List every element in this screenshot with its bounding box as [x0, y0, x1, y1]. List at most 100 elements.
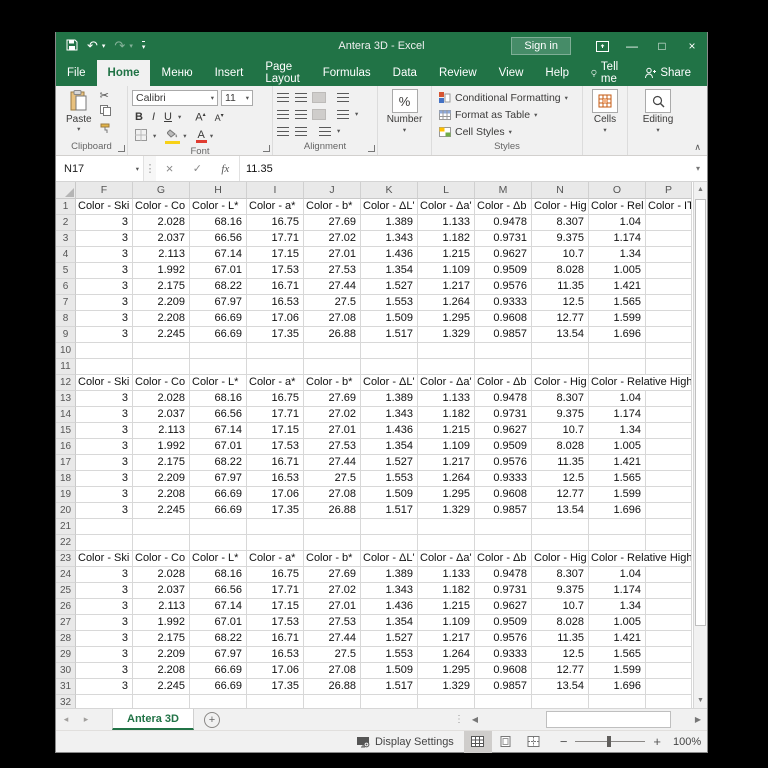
cell[interactable]: 68.16 — [190, 567, 247, 583]
cell[interactable]: Color - a* — [247, 199, 304, 215]
cell[interactable]: 1.565 — [589, 471, 646, 487]
copy-icon[interactable] — [100, 105, 111, 119]
cells-button[interactable] — [592, 89, 618, 113]
cell[interactable]: 67.14 — [190, 423, 247, 439]
cell[interactable]: 10.7 — [532, 423, 589, 439]
zoom-out-icon[interactable]: − — [560, 734, 568, 749]
cell[interactable]: 67.14 — [190, 247, 247, 263]
cell[interactable] — [646, 279, 692, 295]
cell[interactable] — [133, 695, 190, 708]
tab-data[interactable]: Data — [382, 60, 428, 86]
row-header[interactable]: 28 — [56, 631, 76, 647]
cell[interactable] — [304, 359, 361, 375]
cell[interactable] — [646, 231, 692, 247]
cell[interactable] — [190, 519, 247, 535]
cell[interactable]: Color - ITA — [646, 199, 692, 215]
cell[interactable]: 2.245 — [133, 503, 190, 519]
cell[interactable]: Color - Rel — [589, 199, 646, 215]
row-header[interactable]: 13 — [56, 391, 76, 407]
cell[interactable]: 3 — [76, 583, 133, 599]
underline-button[interactable]: U — [161, 111, 175, 123]
cell-styles-button[interactable]: Cell Styles▾ — [439, 123, 578, 140]
column-header[interactable]: K — [361, 182, 418, 199]
cell[interactable]: 1.005 — [589, 439, 646, 455]
cell[interactable]: Color - Ski — [76, 551, 133, 567]
row-header[interactable]: 23 — [56, 551, 76, 567]
column-header[interactable]: I — [247, 182, 304, 199]
cut-icon[interactable]: ✂ — [100, 91, 111, 102]
cell[interactable]: 17.53 — [247, 263, 304, 279]
cell[interactable]: 3 — [76, 599, 133, 615]
cell[interactable] — [418, 535, 475, 551]
cell[interactable]: 1.509 — [361, 487, 418, 503]
cell[interactable]: 68.16 — [190, 215, 247, 231]
cell[interactable]: 1.133 — [418, 391, 475, 407]
cell[interactable]: 1.599 — [589, 487, 646, 503]
cell[interactable]: 66.69 — [190, 679, 247, 695]
cell[interactable]: 27.5 — [304, 471, 361, 487]
new-sheet-button[interactable]: + — [204, 712, 220, 728]
row-header[interactable]: 2 — [56, 215, 76, 231]
cancel-entry-icon[interactable]: × — [166, 161, 174, 176]
cell[interactable] — [418, 359, 475, 375]
column-header[interactable]: G — [133, 182, 190, 199]
cell[interactable]: 3 — [76, 647, 133, 663]
cell[interactable]: 0.9509 — [475, 263, 532, 279]
font-dialog-launcher-icon[interactable] — [263, 145, 270, 152]
name-box-splitter[interactable]: ⋮ — [144, 156, 156, 181]
row-header[interactable]: 20 — [56, 503, 76, 519]
row-header[interactable]: 32 — [56, 695, 76, 708]
align-center-icon[interactable] — [295, 110, 307, 119]
italic-button[interactable]: I — [149, 111, 158, 123]
editing-button[interactable] — [645, 89, 671, 113]
cell[interactable] — [247, 519, 304, 535]
enter-entry-icon[interactable]: ✓ — [193, 162, 202, 175]
cell[interactable]: 1.295 — [418, 663, 475, 679]
cell[interactable] — [646, 535, 692, 551]
cell[interactable]: 16.75 — [247, 215, 304, 231]
cell[interactable]: 0.9731 — [475, 583, 532, 599]
cell[interactable]: Color - Co — [133, 199, 190, 215]
cell[interactable]: 1.389 — [361, 391, 418, 407]
cell[interactable] — [361, 519, 418, 535]
cell[interactable]: 27.5 — [304, 295, 361, 311]
cell[interactable]: 1.329 — [418, 503, 475, 519]
cell[interactable]: 1.599 — [589, 663, 646, 679]
tab-insert[interactable]: Insert — [204, 60, 255, 86]
cell[interactable]: 1.343 — [361, 231, 418, 247]
cell[interactable]: Color - Relative High — [589, 375, 692, 391]
font-color-dropdown-icon[interactable]: ▾ — [210, 132, 213, 140]
cell[interactable]: Color - b* — [304, 375, 361, 391]
cell[interactable]: 1.354 — [361, 263, 418, 279]
next-sheet-icon[interactable]: ▸ — [76, 709, 96, 730]
cell[interactable] — [532, 343, 589, 359]
cell[interactable]: 1.34 — [589, 599, 646, 615]
cell[interactable]: 13.54 — [532, 503, 589, 519]
cell[interactable]: 68.16 — [190, 391, 247, 407]
cell[interactable]: 1.517 — [361, 503, 418, 519]
cell[interactable]: Color - ΔL' — [361, 551, 418, 567]
cell[interactable]: 2.175 — [133, 631, 190, 647]
tab-page-layout[interactable]: Page Layout — [254, 60, 311, 86]
select-all-button[interactable] — [56, 182, 76, 199]
cell[interactable]: 8.028 — [532, 439, 589, 455]
cell[interactable] — [646, 519, 692, 535]
cell[interactable]: 1.696 — [589, 503, 646, 519]
format-painter-icon[interactable] — [100, 122, 111, 136]
cell[interactable]: 17.53 — [247, 615, 304, 631]
cell[interactable]: 0.9627 — [475, 247, 532, 263]
cell[interactable]: 1.436 — [361, 423, 418, 439]
cell[interactable]: 66.69 — [190, 311, 247, 327]
cell[interactable] — [646, 663, 692, 679]
cell[interactable]: 17.15 — [247, 247, 304, 263]
cell[interactable] — [361, 359, 418, 375]
column-header[interactable]: L — [418, 182, 475, 199]
paste-button[interactable]: Paste ▾ — [60, 89, 98, 140]
orientation-icon[interactable] — [319, 127, 331, 136]
cell[interactable]: 67.01 — [190, 439, 247, 455]
cell[interactable]: 3 — [76, 263, 133, 279]
cell[interactable]: 0.9478 — [475, 391, 532, 407]
cell[interactable]: 1.509 — [361, 663, 418, 679]
cell[interactable]: 2.037 — [133, 407, 190, 423]
cell[interactable]: Color - ΔL' — [361, 199, 418, 215]
